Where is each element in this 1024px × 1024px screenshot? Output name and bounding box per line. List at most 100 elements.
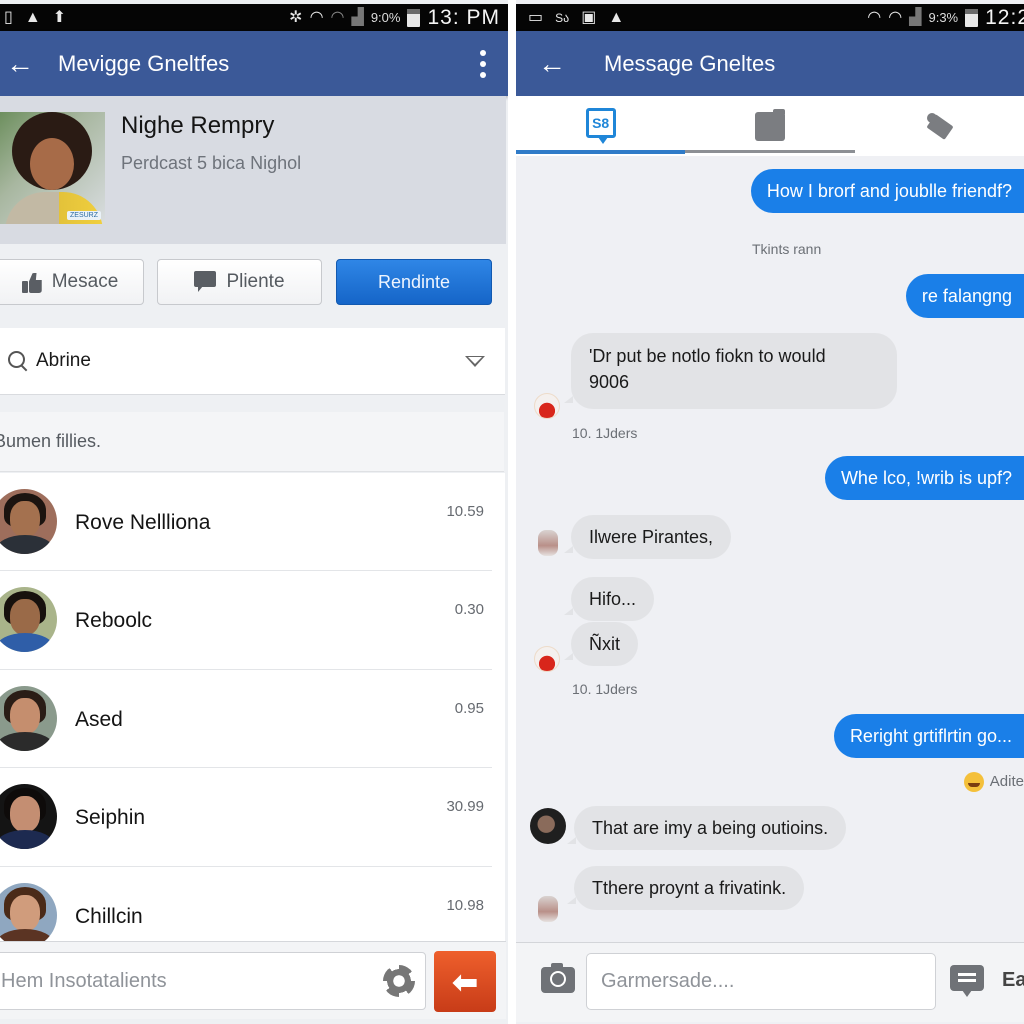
outgoing-message[interactable]: How I brorf and joublle friendf? (750, 169, 1024, 213)
contact-name: Rove Nellliona (75, 511, 211, 534)
wifi-weak-icon: ◠ (330, 8, 345, 26)
wifi-icon: ◠ (867, 8, 882, 26)
search-input[interactable]: Abrine (36, 350, 91, 372)
search-bar[interactable]: Abrine (0, 328, 505, 395)
message-timestamp: 10. 1Jders (572, 425, 638, 441)
send-button[interactable]: ⬅ (434, 951, 496, 1012)
clock: 13: PM (427, 5, 500, 29)
back-button[interactable]: ← (516, 48, 588, 80)
battery-icon (965, 8, 979, 27)
contact-name: Chillcin (75, 904, 143, 928)
contacts-list: Rove Nellliona 10.59 Reboolc 0.30 Ased 0… (0, 473, 505, 948)
like-button-label: Mesace (51, 271, 119, 292)
like-button[interactable]: Mesace (0, 259, 144, 305)
warning-icon: ▲ (608, 8, 625, 26)
arrow-left-icon: ← (6, 47, 34, 79)
primary-action-button[interactable]: Rendinte (336, 259, 492, 305)
screen-divider (508, 0, 516, 1024)
incoming-message[interactable]: Tthere proynt a frivatink. (566, 866, 805, 910)
profile-photo[interactable]: ZESURZ (0, 112, 105, 224)
cast-icon: ▭ (528, 8, 544, 26)
sender-avatar (534, 646, 560, 672)
outgoing-message[interactable]: re falangng (905, 274, 1024, 318)
warning-icon: ▲ (24, 8, 41, 26)
photo-tag: ZESURZ (67, 211, 101, 220)
contact-row[interactable]: Seiphin 30.99 (0, 768, 492, 867)
incoming-message[interactable]: Hifo... (563, 577, 655, 621)
status-bar: ▯ ▲ ⬆ ✲ ◠ ◠ ▟ 9:0% 13: PM (0, 4, 508, 31)
reaction-label: Adite (989, 772, 1024, 790)
message-input-placeholder: Hem Insotatalients (1, 969, 167, 992)
chevron-down-icon[interactable] (465, 355, 485, 367)
profile-header: ZESURZ Nighe Rempry Perdcast 5 bica Nigh… (0, 96, 506, 244)
profile-name: Nighe Rempry (121, 112, 275, 139)
message-line: 'Dr put be notlo fiokn to would (589, 346, 826, 366)
sender-avatar (534, 393, 560, 419)
composer-action-label[interactable]: Ea (1002, 969, 1024, 992)
signal-icon: ▟ (351, 8, 364, 26)
message-line: 9006 (589, 372, 630, 392)
contact-row[interactable]: Ased 0.95 (0, 670, 492, 769)
app-title: Message Gneltes (604, 50, 776, 76)
avatar (0, 685, 57, 751)
chat-icon: S8 (585, 108, 616, 144)
outgoing-message[interactable]: Reright grtiflrtin go... (833, 714, 1024, 758)
incoming-message[interactable]: Ilwere Pirantes, (563, 515, 732, 559)
message-input[interactable]: Garmersade.... (586, 953, 936, 1010)
right-phone-screen: ▭ Sა ▣ ▲ ◠ ◠ ▟ 9:3% 12:2 ← Message Gnelt… (516, 0, 1024, 1024)
message-input-placeholder: Garmersade.... (601, 970, 735, 992)
contact-name: Reboolc (75, 609, 153, 633)
system-message: Tkints rann (752, 241, 822, 257)
app-bar: ← Mevigge Gneltfes (0, 31, 508, 96)
avatar (0, 882, 57, 948)
battery-percent: 9:0% (370, 10, 401, 25)
image-icon: ▣ (581, 8, 597, 26)
left-phone-screen: ▯ ▲ ⬆ ✲ ◠ ◠ ▟ 9:0% 13: PM ← Mevigge Gnel… (0, 0, 508, 1024)
more-vert-icon (480, 49, 486, 56)
sender-avatar (538, 530, 558, 556)
more-menu-button[interactable] (458, 49, 508, 78)
camera-icon[interactable] (541, 963, 575, 993)
arrow-left-icon: ⬅ (451, 963, 479, 1000)
tools-icon (924, 111, 954, 141)
incoming-message[interactable]: 'Dr put be notlo fiokn to would 9006 (564, 333, 897, 409)
bluetooth-icon: ✲ (289, 8, 303, 26)
avatar (0, 489, 57, 554)
outgoing-message[interactable]: Whe lco, !wrib is upf? (824, 456, 1024, 500)
back-button[interactable]: ← (0, 48, 40, 80)
message-input[interactable]: Hem Insotatalients (0, 952, 426, 1010)
smile-emoji-icon (963, 772, 984, 792)
battery-icon (407, 8, 421, 27)
contact-row[interactable]: Reboolc 0.30 (0, 571, 492, 670)
profile-subtitle: Perdcast 5 bica Nighol (121, 153, 302, 173)
wifi-icon: ◠ (888, 8, 903, 26)
upload-icon: ⬆ (52, 8, 67, 26)
contact-time: 10.98 (446, 896, 484, 914)
app-bar: ← Message Gneltes (516, 31, 1024, 96)
contact-time: 10.59 (446, 503, 484, 520)
tab-bar: S8 (516, 96, 1024, 156)
primary-button-label: Rendinte (377, 271, 451, 292)
settings-gear-icon[interactable] (383, 965, 415, 997)
message-composer: Garmersade.... Ea (516, 942, 1024, 1022)
incoming-message[interactable]: That are imy a being outioins. (566, 806, 847, 850)
section-label: Bumen fillies. (0, 412, 504, 472)
comment-button[interactable]: Pliente (157, 259, 322, 305)
message-icon[interactable] (950, 965, 984, 997)
reaction: Adite (963, 772, 1024, 792)
message-timestamp: 10. 1Jders (572, 681, 638, 697)
contact-name: Ased (75, 707, 123, 731)
contact-time: 0.30 (454, 601, 484, 619)
avatar (0, 587, 57, 653)
tab-files[interactable] (685, 96, 855, 156)
contact-row[interactable]: Rove Nellliona 10.59 (0, 473, 492, 572)
contact-time: 30.99 (446, 798, 484, 816)
section-label-text: Bumen fillies. (0, 431, 102, 451)
comment-icon (194, 271, 217, 293)
app-title: Mevigge Gneltfes (58, 50, 230, 76)
tab-chats[interactable]: S8 (516, 96, 686, 156)
wifi-icon: ◠ (309, 8, 324, 26)
incoming-message[interactable]: Ñxit (564, 622, 638, 666)
message-composer: Hem Insotatalients ⬅ (0, 941, 506, 1019)
tab-tools[interactable] (855, 96, 1024, 156)
